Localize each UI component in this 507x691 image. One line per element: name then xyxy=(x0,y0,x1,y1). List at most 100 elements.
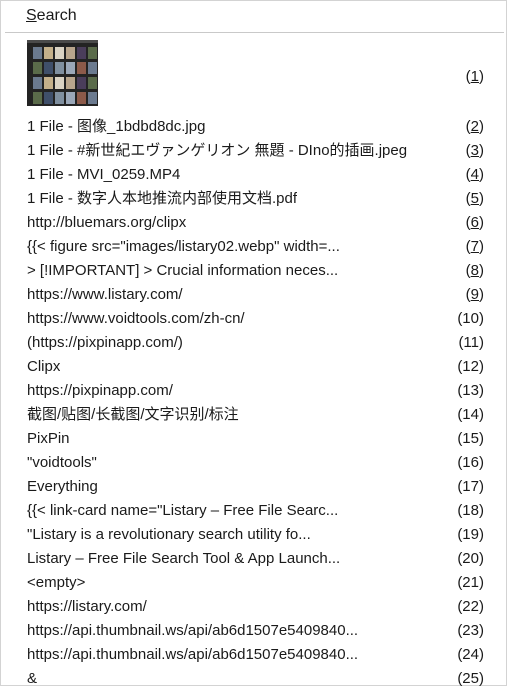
item-shortcut-number: (13) xyxy=(457,382,484,399)
item-shortcut-number: (5) xyxy=(465,190,484,207)
clipboard-item-label: https://api.thumbnail.ws/api/ab6d1507e54… xyxy=(27,646,359,663)
thumbnail-tile xyxy=(77,47,86,59)
thumbnail-tile xyxy=(55,47,64,59)
search-label: earch xyxy=(36,7,77,24)
item-shortcut-number: (14) xyxy=(457,406,484,423)
clipboard-item[interactable]: {{< figure src="images/listary02.webp" w… xyxy=(1,235,506,259)
clipboard-item-label: {{< link-card name="Listary – Free File … xyxy=(27,502,339,519)
item-shortcut-number: (11) xyxy=(458,334,484,351)
search-mnemonic: S xyxy=(26,7,37,24)
clipboard-item[interactable]: https://www.voidtools.com/zh-cn/ (10) xyxy=(1,307,506,331)
thumbnail-tile xyxy=(33,62,42,74)
clipboard-item-label: 1 File - 图像_1bdbd8dc.jpg xyxy=(27,118,206,135)
clipboard-item[interactable]: 1 File - 图像_1bdbd8dc.jpg (2) xyxy=(1,115,506,139)
clipboard-item[interactable]: PixPin (15) xyxy=(1,427,506,451)
item-shortcut-number: (19) xyxy=(457,526,484,543)
clipboard-item-label: https://www.listary.com/ xyxy=(27,286,183,303)
thumbnail-top-bar xyxy=(27,40,98,43)
clipboard-item[interactable]: https://api.thumbnail.ws/api/ab6d1507e54… xyxy=(1,619,506,643)
thumbnail-tile xyxy=(66,77,75,89)
item-shortcut-number: (1) xyxy=(465,68,484,85)
clipboard-item-label: (https://pixpinapp.com/) xyxy=(27,334,183,351)
clipboard-item[interactable]: 1 File - MVI_0259.MP4 (4) xyxy=(1,163,506,187)
clipboard-item-label: Clipx xyxy=(27,358,61,375)
thumbnail-tile xyxy=(44,62,53,74)
clipboard-item[interactable]: (https://pixpinapp.com/) (11) xyxy=(1,331,506,355)
thumbnail-tile xyxy=(77,77,86,89)
clipboard-item[interactable]: Clipx (12) xyxy=(1,355,506,379)
item-shortcut-number: (2) xyxy=(465,118,484,135)
clipboard-item-label: https://pixpinapp.com/ xyxy=(27,382,173,399)
clipboard-item-label: 1 File - #新世紀エヴァンゲリオン 無題 - DIno的插画.jpeg xyxy=(27,142,408,159)
clipboard-item-label: https://listary.com/ xyxy=(27,598,147,615)
clipboard-item-label: http://bluemars.org/clipx xyxy=(27,214,187,231)
clipboard-item[interactable]: <empty> (21) xyxy=(1,571,506,595)
clipboard-item-label: <empty> xyxy=(27,574,86,591)
search-menu-item[interactable]: Search xyxy=(1,1,506,31)
item-shortcut-number: (21) xyxy=(457,574,484,591)
item-shortcut-number: (22) xyxy=(457,598,484,615)
item-shortcut-number: (8) xyxy=(465,262,484,279)
clipboard-item[interactable]: {{< link-card name="Listary – Free File … xyxy=(1,499,506,523)
clipboard-item[interactable]: https://listary.com/ (22) xyxy=(1,595,506,619)
item-shortcut-number: (15) xyxy=(457,430,484,447)
clipboard-item[interactable]: http://bluemars.org/clipx (6) xyxy=(1,211,506,235)
thumbnail-tile xyxy=(44,77,53,89)
item-shortcut-number: (25) xyxy=(457,670,484,687)
item-shortcut-number: (7) xyxy=(465,238,484,255)
clipboard-item-label: {{< figure src="images/listary02.webp" w… xyxy=(27,238,340,255)
menu-separator xyxy=(5,32,504,33)
item-shortcut-number: (23) xyxy=(457,622,484,639)
thumbnail-tile xyxy=(88,92,97,104)
item-shortcut-number: (16) xyxy=(457,454,484,471)
clipboard-item[interactable]: 1 File - #新世紀エヴァンゲリオン 無題 - DIno的插画.jpeg (… xyxy=(1,139,506,163)
clipboard-item-label: 截图/贴图/长截图/文字识别/标注 xyxy=(27,406,239,423)
thumbnail-tile xyxy=(55,77,64,89)
clipboard-item-label: https://www.voidtools.com/zh-cn/ xyxy=(27,310,245,327)
item-shortcut-number: (12) xyxy=(457,358,484,375)
clipboard-item-label: "Listary is a revolutionary search utili… xyxy=(27,526,311,543)
clipboard-item[interactable]: https://api.thumbnail.ws/api/ab6d1507e54… xyxy=(1,643,506,667)
image-thumbnail xyxy=(27,40,98,106)
item-shortcut-number: (4) xyxy=(465,166,484,183)
item-shortcut-number: (17) xyxy=(457,478,484,495)
item-shortcut-number: (9) xyxy=(465,286,484,303)
clipboard-item-label: Listary – Free File Search Tool & App La… xyxy=(27,550,341,567)
item-shortcut-number: (3) xyxy=(465,142,484,159)
clipboard-item[interactable]: Everything (17) xyxy=(1,475,506,499)
clipboard-item-label: 1 File - 数字人本地推流内部使用文档.pdf xyxy=(27,190,298,207)
clipboard-item[interactable]: 1 File - 数字人本地推流内部使用文档.pdf (5) xyxy=(1,187,506,211)
thumbnail-tile xyxy=(88,77,97,89)
clipboard-item[interactable]: > [!IMPORTANT] > Crucial information nec… xyxy=(1,259,506,283)
clipboard-item[interactable]: & (25) xyxy=(1,667,506,691)
thumbnail-tile xyxy=(88,47,97,59)
clipboard-item[interactable]: "voidtools" (16) xyxy=(1,451,506,475)
thumbnail-tile xyxy=(44,47,53,59)
clipboard-item-list: 1 File - 图像_1bdbd8dc.jpg (2) 1 File - #新世紀… xyxy=(1,115,506,691)
clipboard-item-label: Everything xyxy=(27,478,98,495)
clipboard-item[interactable]: "Listary is a revolutionary search utili… xyxy=(1,523,506,547)
thumbnail-tile xyxy=(33,77,42,89)
clipboard-item-image[interactable]: (1) xyxy=(1,39,506,115)
thumbnail-tile xyxy=(77,62,86,74)
item-shortcut-number: (6) xyxy=(465,214,484,231)
clipboard-item-label: & xyxy=(27,670,38,687)
clipboard-item-label: "voidtools" xyxy=(27,454,97,471)
item-shortcut-number: (18) xyxy=(457,502,484,519)
thumbnail-tile xyxy=(77,92,86,104)
item-shortcut-number: (24) xyxy=(457,646,484,663)
clipboard-item-label: 1 File - MVI_0259.MP4 xyxy=(27,166,181,183)
thumbnail-tile xyxy=(66,47,75,59)
thumbnail-tile xyxy=(55,92,64,104)
thumbnail-tile xyxy=(55,62,64,74)
clipboard-item[interactable]: Listary – Free File Search Tool & App La… xyxy=(1,547,506,571)
clipboard-item-label: https://api.thumbnail.ws/api/ab6d1507e54… xyxy=(27,622,359,639)
clipboard-item-label: > [!IMPORTANT] > Crucial information nec… xyxy=(27,262,339,279)
clipboard-history-menu: Search (1) 1 File - 图像_1bdbd8dc.jpg (2) 1 … xyxy=(0,0,507,687)
clipboard-item[interactable]: https://www.listary.com/ (9) xyxy=(1,283,506,307)
item-shortcut-number: (10) xyxy=(457,310,484,327)
thumbnail-tile xyxy=(44,92,53,104)
thumbnail-tile xyxy=(88,62,97,74)
clipboard-item[interactable]: 截图/贴图/长截图/文字识别/标注 (14) xyxy=(1,403,506,427)
clipboard-item[interactable]: https://pixpinapp.com/ (13) xyxy=(1,379,506,403)
